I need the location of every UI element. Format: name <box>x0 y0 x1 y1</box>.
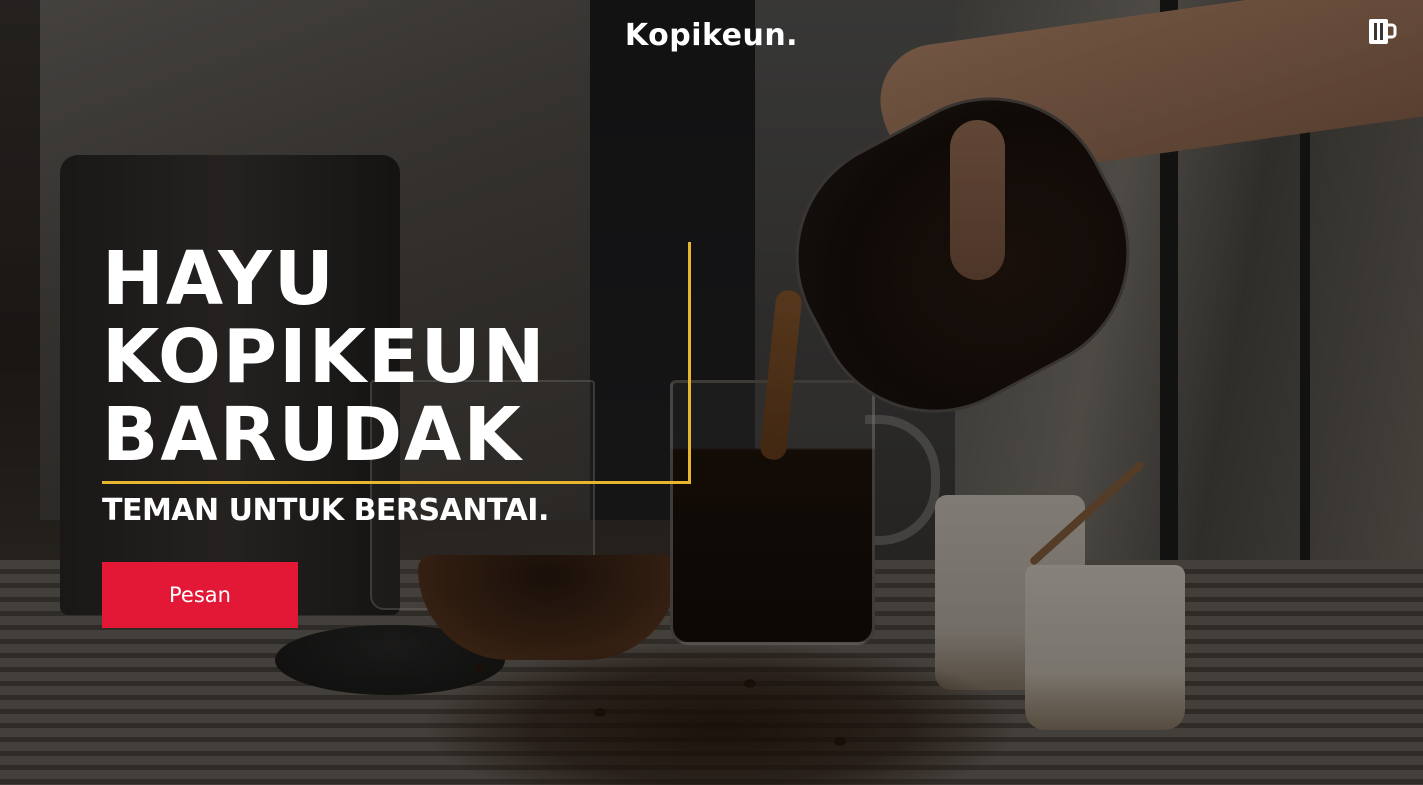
hero-tagline: TEMAN UNTUK BERSANTAI. <box>102 493 549 528</box>
headline-line-1: HAYU <box>102 236 336 322</box>
hero-section: Kopikeun. HAYU KOPIKEUN BARUDAK TEMAN UN… <box>0 0 1423 785</box>
order-button-label: Pesan <box>169 583 231 607</box>
hero-headline: HAYU KOPIKEUN BARUDAK <box>102 240 547 474</box>
brand-logo[interactable]: Kopikeun. <box>625 18 798 53</box>
coffee-mug-icon[interactable] <box>1367 16 1397 46</box>
brand-logo-container: Kopikeun. <box>0 18 1423 53</box>
order-button[interactable]: Pesan <box>102 562 298 628</box>
headline-line-3: BARUDAK <box>102 392 523 478</box>
headline-line-2: KOPIKEUN <box>102 314 547 400</box>
